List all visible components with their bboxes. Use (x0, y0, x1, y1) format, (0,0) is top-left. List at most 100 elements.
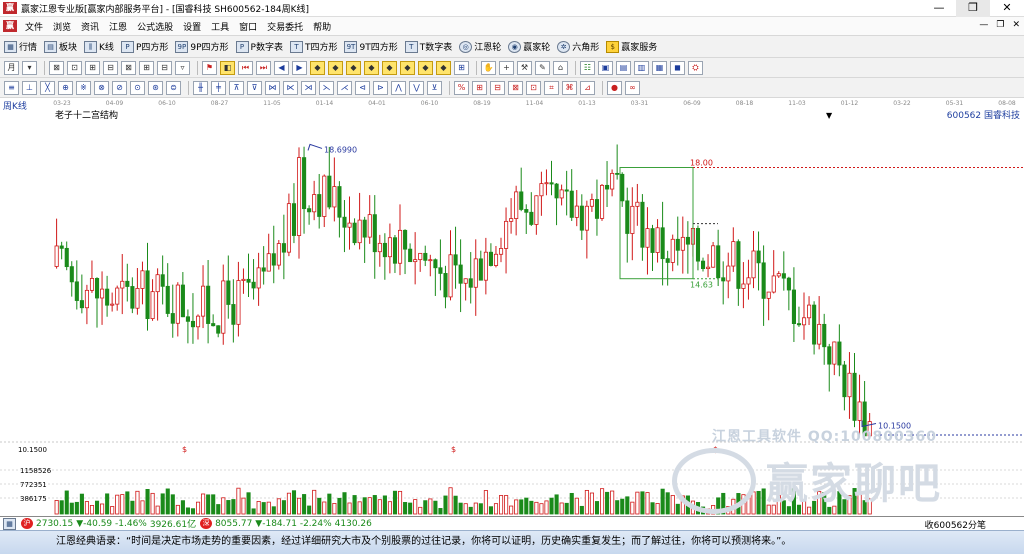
mdi-minimize-button[interactable]: — (979, 20, 988, 30)
drawing-tool-icon[interactable]: ☷ (580, 60, 595, 75)
analysis-tool-icon[interactable]: ⌘ (562, 80, 577, 95)
analysis-tool-icon[interactable]: % (454, 80, 469, 95)
toolbar-button-2[interactable]: ⫼ K线 (84, 40, 114, 53)
period-label[interactable]: 周K线 (3, 99, 27, 112)
drawing-tool-icon[interactable]: ◆ (418, 60, 433, 75)
menu-formula[interactable]: 公式选股 (132, 20, 178, 33)
toolbar-button-10[interactable]: ◉ 赢家轮 (508, 40, 550, 53)
minimize-button[interactable]: — (922, 0, 956, 17)
mdi-restore-button[interactable]: ❐ (996, 20, 1004, 30)
toolbar-button-11[interactable]: ✲ 六角形 (557, 40, 599, 53)
drawing-tool-icon[interactable]: 月 (4, 60, 19, 75)
drawing-tool-icon[interactable]: ⊞ (454, 60, 469, 75)
restore-button[interactable]: ❐ (956, 0, 990, 17)
toolbar-button-4[interactable]: 9P 9P四方形 (175, 40, 229, 53)
chevron-down-icon[interactable]: ▼ (826, 111, 832, 120)
toolbar-button-6[interactable]: T T四方形 (289, 40, 337, 53)
analysis-tool-icon[interactable]: ⋀ (391, 80, 406, 95)
toolbar-button-8[interactable]: T T数字表 (404, 40, 452, 53)
drawing-tool-icon[interactable]: ⊟ (103, 60, 118, 75)
toolbar-button-12[interactable]: $ 赢家服务 (606, 40, 657, 53)
analysis-tool-icon[interactable]: ⊗ (94, 80, 109, 95)
drawing-tool-icon[interactable]: ⏭ (256, 60, 271, 75)
analysis-tool-icon[interactable]: ⋌ (337, 80, 352, 95)
analysis-tool-icon[interactable]: ⊥ (22, 80, 37, 95)
drawing-tool-icon[interactable]: ◼ (670, 60, 685, 75)
analysis-tool-icon[interactable]: ⊘ (112, 80, 127, 95)
toolbar-button-9[interactable]: ◎ 江恩轮 (459, 40, 501, 53)
sh-index-badge[interactable]: 沪 (21, 518, 33, 529)
analysis-tool-icon[interactable]: ⊞ (472, 80, 487, 95)
drawing-tool-icon[interactable]: ▶ (292, 60, 307, 75)
analysis-tool-icon[interactable]: ⋋ (319, 80, 334, 95)
drawing-tool-icon[interactable]: ◆ (310, 60, 325, 75)
analysis-tool-icon[interactable]: ⊙ (130, 80, 145, 95)
analysis-tool-icon[interactable]: ⋉ (283, 80, 298, 95)
analysis-tool-icon[interactable]: ● (607, 80, 622, 95)
drawing-tool-icon[interactable]: ⏮ (238, 60, 253, 75)
analysis-tool-icon[interactable]: ⊠ (508, 80, 523, 95)
drawing-tool-icon[interactable]: ⊠ (49, 60, 64, 75)
drawing-tool-icon[interactable]: ⊞ (139, 60, 154, 75)
drawing-tool-icon[interactable]: ✋ (481, 60, 496, 75)
drawing-tool-icon[interactable]: ⚑ (202, 60, 217, 75)
drawing-tool-icon[interactable]: ▣ (598, 60, 613, 75)
analysis-tool-icon[interactable]: ⊼ (229, 80, 244, 95)
menu-tools[interactable]: 工具 (206, 20, 234, 33)
close-button[interactable]: ✕ (990, 0, 1024, 17)
drawing-tool-icon[interactable]: ⌂ (553, 60, 568, 75)
drawing-tool-icon[interactable]: ◆ (400, 60, 415, 75)
analysis-tool-icon[interactable]: ╳ (40, 80, 55, 95)
analysis-tool-icon[interactable]: ⊽ (247, 80, 262, 95)
drawing-tool-icon[interactable]: ▦ (652, 60, 667, 75)
drawing-tool-icon[interactable]: ◀ (274, 60, 289, 75)
drawing-tool-icon[interactable]: ⛭ (688, 60, 703, 75)
chart-area[interactable]: 03-23 04-09 06-10 08-27 11-05 01-14 04-01 06-10… (0, 98, 1024, 516)
menu-gann[interactable]: 江恩 (104, 20, 132, 33)
drawing-tool-icon[interactable]: ▾ (22, 60, 37, 75)
drawing-tool-icon[interactable]: ◆ (328, 60, 343, 75)
toolbar-button-0[interactable]: ▦ 行情 (4, 40, 37, 53)
drawing-tool-icon[interactable]: ⊟ (157, 60, 172, 75)
analysis-tool-icon[interactable]: ※ (76, 80, 91, 95)
analysis-tool-icon[interactable]: ⊟ (490, 80, 505, 95)
drawing-tool-icon[interactable]: ◆ (436, 60, 451, 75)
menu-window[interactable]: 窗口 (234, 20, 262, 33)
drawing-tool-icon[interactable]: ✎ (535, 60, 550, 75)
drawing-tool-icon[interactable]: ⚒ (517, 60, 532, 75)
analysis-tool-icon[interactable]: ⊲ (355, 80, 370, 95)
analysis-tool-icon[interactable]: ⌗ (544, 80, 559, 95)
drawing-tool-icon[interactable]: + (499, 60, 514, 75)
analysis-tool-icon[interactable]: ╪ (211, 80, 226, 95)
drawing-tool-icon[interactable]: ▥ (634, 60, 649, 75)
analysis-tool-icon[interactable]: ⋈ (265, 80, 280, 95)
analysis-tool-icon[interactable]: ⊡ (526, 80, 541, 95)
drawing-tool-icon[interactable]: ⊞ (85, 60, 100, 75)
toolbar-button-1[interactable]: ▤ 板块 (44, 40, 77, 53)
analysis-tool-icon[interactable]: ⋊ (301, 80, 316, 95)
analysis-tool-icon[interactable]: ⊕ (58, 80, 73, 95)
toolbar-button-3[interactable]: P P四方形 (120, 40, 168, 53)
analysis-tool-icon[interactable]: ╫ (193, 80, 208, 95)
sz-index-badge[interactable]: 深 (200, 518, 213, 529)
menu-help[interactable]: 帮助 (308, 20, 336, 33)
menu-info[interactable]: 资讯 (76, 20, 104, 33)
menu-browse[interactable]: 浏览 (48, 20, 76, 33)
menu-settings[interactable]: 设置 (178, 20, 206, 33)
analysis-tool-icon[interactable]: ⊿ (580, 80, 595, 95)
drawing-tool-icon[interactable]: ◧ (220, 60, 235, 75)
grid-icon[interactable]: ▦ (3, 517, 16, 530)
analysis-tool-icon[interactable]: ⋁ (409, 80, 424, 95)
toolbar-button-5[interactable]: P P数字表 (235, 40, 283, 53)
drawing-tool-icon[interactable]: ▤ (616, 60, 631, 75)
analysis-tool-icon[interactable]: ∞ (625, 80, 640, 95)
drawing-tool-icon[interactable]: ⊠ (121, 60, 136, 75)
analysis-tool-icon[interactable]: ⊜ (166, 80, 181, 95)
drawing-tool-icon[interactable]: ◆ (346, 60, 361, 75)
drawing-tool-icon[interactable]: ◆ (382, 60, 397, 75)
analysis-tool-icon[interactable]: ⊛ (148, 80, 163, 95)
toolbar-button-7[interactable]: 9T 9T四方形 (344, 40, 398, 53)
analysis-tool-icon[interactable]: ⊳ (373, 80, 388, 95)
drawing-tool-icon[interactable]: ⊡ (67, 60, 82, 75)
drawing-tool-icon[interactable]: ▿ (175, 60, 190, 75)
